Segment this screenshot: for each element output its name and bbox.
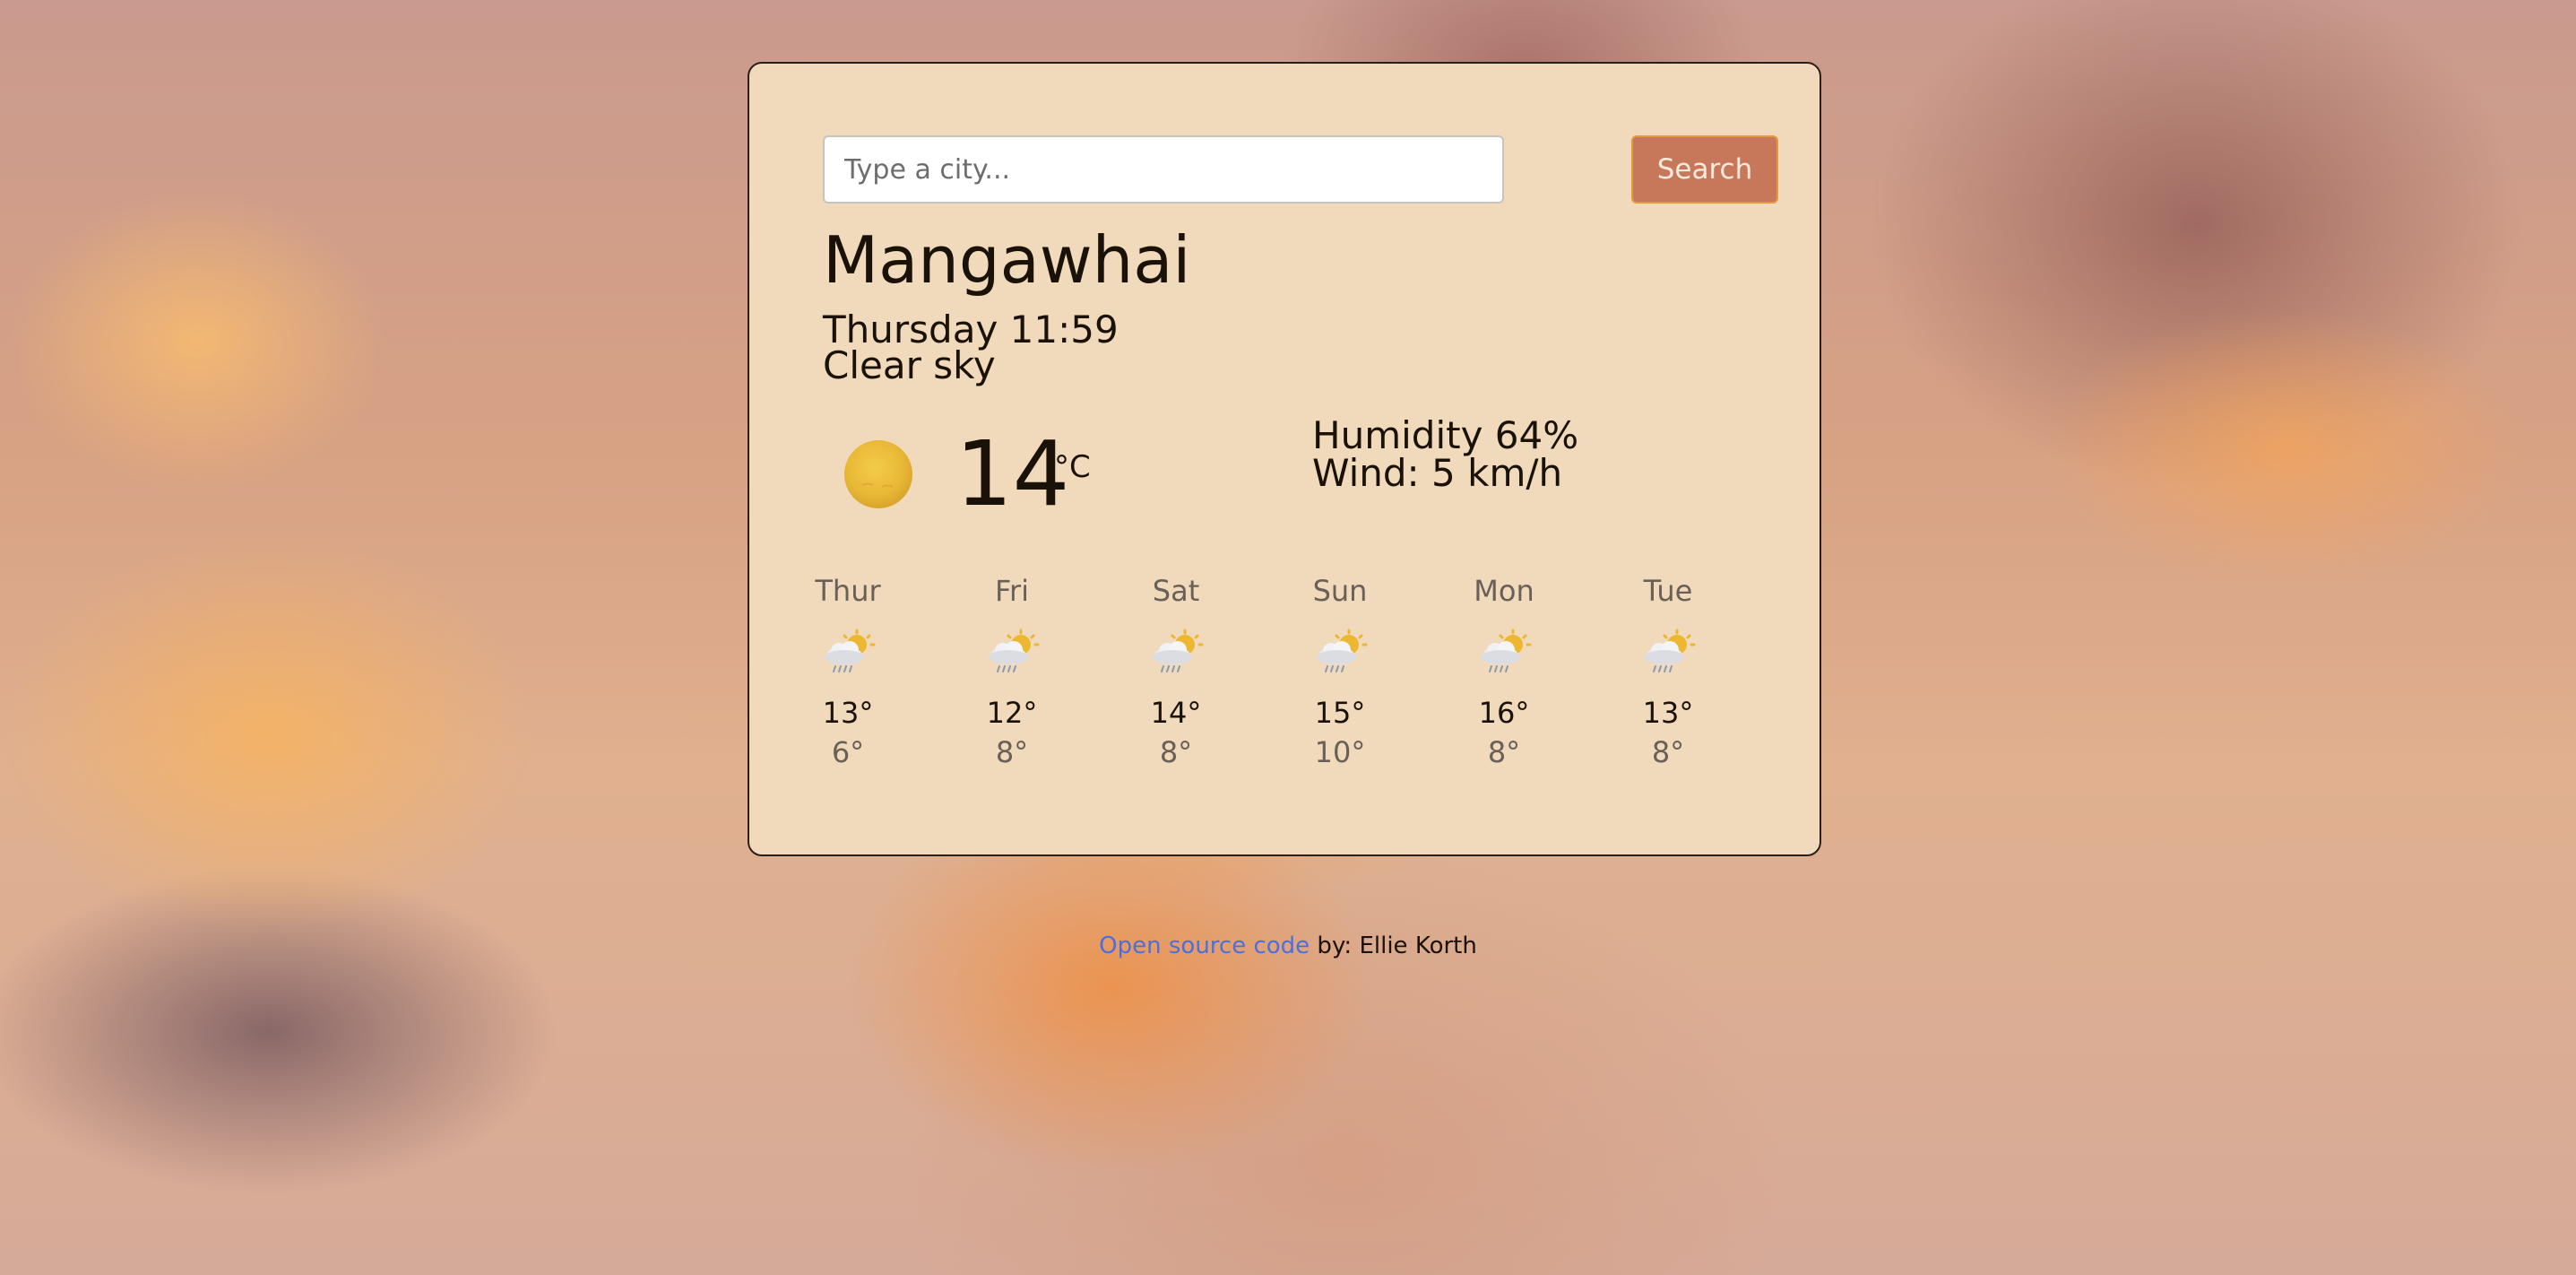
city-search-input[interactable] bbox=[823, 135, 1504, 204]
city-name: Mangawhai bbox=[823, 222, 1191, 298]
weather-description: Clear sky bbox=[823, 343, 996, 387]
rain-sun-icon bbox=[1481, 629, 1532, 672]
forecast-day: Mon 16° 8° bbox=[1450, 571, 1558, 772]
forecast-day-name: Sun bbox=[1312, 574, 1368, 608]
forecast-day-name: Fri bbox=[994, 574, 1030, 608]
wind-value: Wind: 5 km/h bbox=[1312, 451, 1563, 495]
temperature-unit-celsius[interactable]: °C bbox=[1054, 449, 1091, 485]
forecast-max-temp: 12° bbox=[986, 696, 1038, 730]
forecast-min-temp: 8° bbox=[1651, 735, 1685, 769]
forecast-day: Fri 12° 8° bbox=[958, 571, 1066, 772]
rain-sun-icon bbox=[1645, 629, 1696, 672]
rain-sun-icon bbox=[1317, 629, 1368, 672]
forecast-day-name: Tue bbox=[1643, 574, 1693, 608]
forecast-day: Tue 13° 8° bbox=[1614, 571, 1722, 772]
forecast-min-temp: 8° bbox=[995, 735, 1029, 769]
forecast-min-temp: 8° bbox=[1487, 735, 1521, 769]
forecast-min-temp: 10° bbox=[1314, 735, 1366, 769]
forecast-max-temp: 13° bbox=[822, 696, 874, 730]
forecast-min-temp: 8° bbox=[1159, 735, 1193, 769]
weather-details: Humidity 64% Wind: 5 km/h bbox=[1312, 417, 1578, 492]
search-form: Search bbox=[823, 135, 1778, 204]
forecast-max-temp: 15° bbox=[1314, 696, 1366, 730]
current-temperature: 14 bbox=[955, 421, 1070, 526]
rain-sun-icon bbox=[825, 629, 876, 672]
forecast-day: Sun 15° 10° bbox=[1286, 571, 1394, 772]
rain-sun-icon bbox=[989, 629, 1040, 672]
footer: Open source code by: Ellie Korth bbox=[0, 932, 2576, 959]
sun-icon bbox=[844, 440, 912, 508]
forecast-day: Thur 13° 6° bbox=[794, 571, 902, 772]
footer-credit: by: Ellie Korth bbox=[1310, 932, 1477, 959]
open-source-link[interactable]: Open source code bbox=[1099, 932, 1310, 959]
forecast-list: Thur 13° 6° Fri 12° 8° Sat 14° 8° Sun 15… bbox=[794, 571, 1780, 786]
humidity-value: Humidity 64% bbox=[1312, 413, 1579, 457]
forecast-max-temp: 16° bbox=[1478, 696, 1530, 730]
forecast-max-temp: 14° bbox=[1150, 696, 1202, 730]
search-button[interactable]: Search bbox=[1631, 135, 1778, 204]
forecast-day-name: Thur bbox=[815, 574, 881, 608]
forecast-min-temp: 6° bbox=[831, 735, 865, 769]
weather-card: Search Mangawhai Thursday 11:59 Clear sk… bbox=[748, 62, 1821, 856]
forecast-day-name: Mon bbox=[1474, 574, 1534, 608]
forecast-day-name: Sat bbox=[1152, 574, 1200, 608]
forecast-max-temp: 13° bbox=[1642, 696, 1694, 730]
rain-sun-icon bbox=[1153, 629, 1204, 672]
forecast-day: Sat 14° 8° bbox=[1122, 571, 1230, 772]
